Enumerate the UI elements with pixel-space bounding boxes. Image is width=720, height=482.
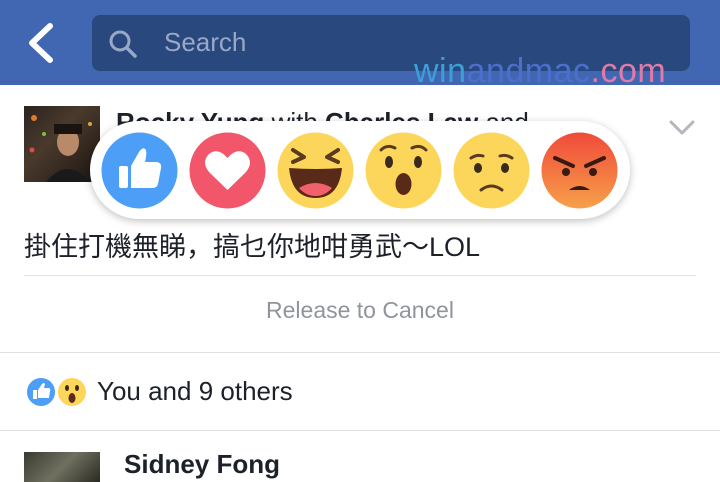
chevron-down-icon[interactable] [668, 119, 696, 137]
sad-reaction-icon[interactable] [453, 132, 530, 209]
divider [0, 430, 720, 431]
author-avatar[interactable] [24, 106, 100, 182]
commenter-avatar[interactable] [24, 452, 100, 482]
reaction-picker [90, 121, 630, 219]
like-reaction-icon[interactable] [101, 132, 178, 209]
love-reaction-icon[interactable] [189, 132, 266, 209]
wow-reaction-icon[interactable] [365, 132, 442, 209]
wow-summary-icon [56, 376, 88, 408]
haha-reaction-icon[interactable] [277, 132, 354, 209]
search-icon [109, 30, 137, 58]
divider [24, 275, 696, 276]
avatar-photo [29, 115, 92, 182]
commenter-name[interactable]: Sidney Fong [124, 449, 280, 480]
angry-reaction-icon[interactable] [541, 132, 618, 209]
reaction-summary-text[interactable]: You and 9 others [97, 376, 293, 407]
reaction-summary-icons[interactable] [24, 375, 94, 409]
back-arrow-icon[interactable] [22, 18, 62, 68]
divider [0, 352, 720, 353]
post-status-text: 掛住打機無睇，搞乜你地咁勇武～LOL [24, 232, 481, 262]
release-to-cancel-hint: Release to Cancel [266, 297, 454, 323]
search-placeholder: Search [164, 27, 247, 57]
like-summary-icon [25, 376, 57, 408]
